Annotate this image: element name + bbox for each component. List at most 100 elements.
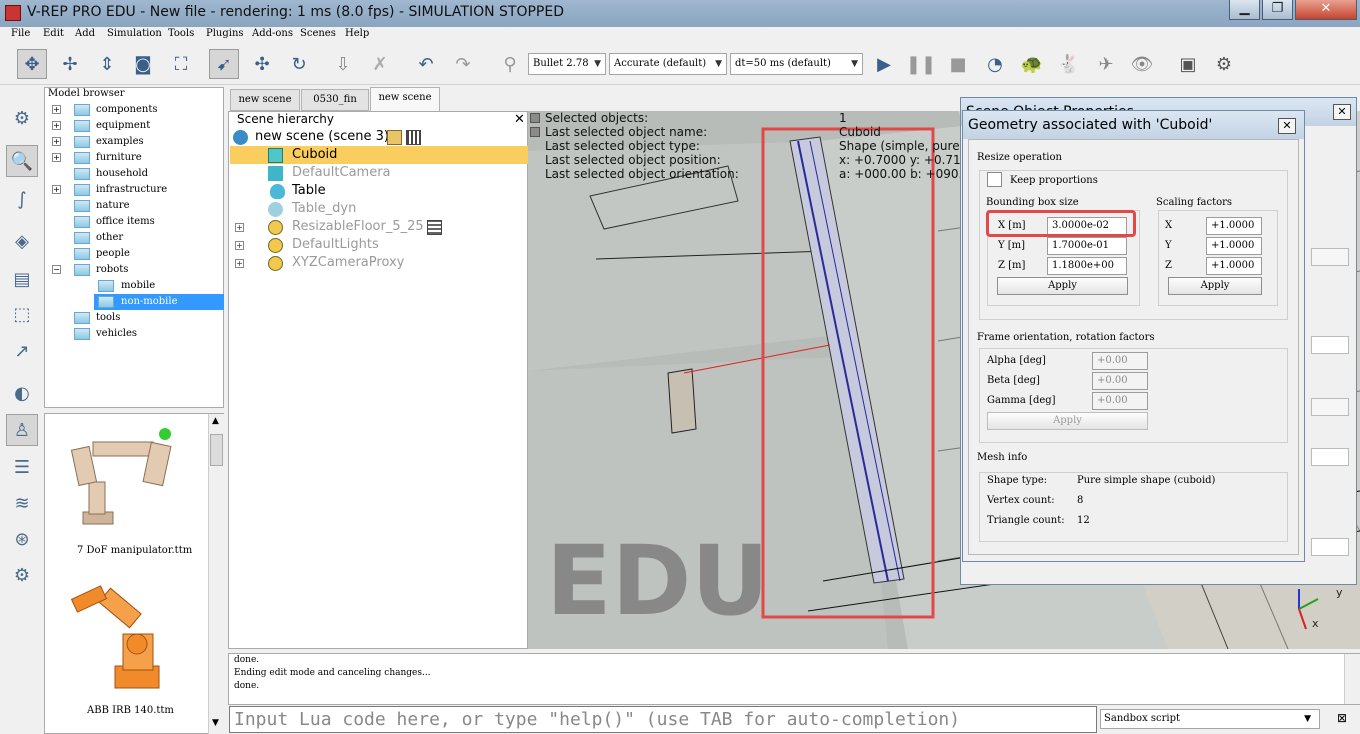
folder-vehicles[interactable]: vehicles [44,326,224,342]
alpha-input[interactable]: +0.00 [1092,352,1148,370]
scale-z-input[interactable]: +1.0000 [1206,257,1262,275]
fast-icon[interactable]: 🐇 [1054,49,1084,79]
video-icon[interactable]: ⊛ [6,523,38,555]
realtime-icon[interactable]: ◔ [980,49,1010,79]
user-settings-icon[interactable]: ⚙ [6,559,38,591]
bbox-z-input[interactable]: 1.1800e+00 [1047,257,1127,275]
layers-left-icon[interactable]: ≋ [6,487,38,519]
layers-icon[interactable]: ⚙ [1209,49,1239,79]
close-button[interactable]: ✕ [1295,0,1357,20]
keep-proportions-checkbox[interactable] [987,172,1002,187]
clear-console-icon[interactable]: ⊠ [1335,711,1349,725]
thread-icon[interactable]: ✈ [1091,49,1121,79]
hierarchy-item-xyzcameraproxy[interactable]: + XYZCameraProxy [230,254,528,272]
info-toggle-icon[interactable] [530,127,540,137]
selection-icon[interactable]: ◐ [6,377,38,409]
shift-camera-icon[interactable]: ⇕ [92,49,122,79]
scripts-icon[interactable]: ▤ [6,263,38,295]
script-icon[interactable] [387,130,402,145]
move-camera-icon[interactable]: ✥ [17,49,47,79]
scale-y-input[interactable]: +1.0000 [1206,237,1262,255]
pause-icon[interactable]: ❚❚ [906,49,936,79]
script-select[interactable]: Sandbox script ▼ [1100,709,1320,729]
path-edit-icon[interactable]: ↗ [6,335,38,367]
menu-edit[interactable]: Edit [43,28,64,39]
info-toggle-icon[interactable] [530,113,540,123]
lua-command-input[interactable]: Input Lua code here, or type "help()" (u… [229,706,1097,733]
close-properties-icon[interactable]: ✕ [1333,104,1351,120]
options-icon[interactable] [406,130,421,145]
hierarchy-item-defaultlights[interactable]: + DefaultLights [230,236,528,254]
scroll-down-icon[interactable]: ▼ [212,718,219,728]
console-scrollbar[interactable] [1344,654,1360,704]
properties-field[interactable] [1311,538,1349,556]
assemble-icon[interactable]: ⇩ [328,49,358,79]
rotate-camera-icon[interactable]: ✢ [55,49,85,79]
folder-nature[interactable]: nature [44,198,224,214]
folder-non-mobile[interactable]: non-mobile [94,294,224,310]
restore-button[interactable]: ❐ [1262,0,1293,20]
close-geometry-icon[interactable]: ✕ [1278,118,1296,134]
properties-button[interactable] [1311,398,1349,416]
tab-new-scene-1[interactable]: new scene [230,89,300,111]
redo-icon[interactable]: ↷ [448,49,478,79]
collections-icon[interactable]: ◈ [6,225,38,257]
menu-add[interactable]: Add [75,28,95,39]
folder-examples[interactable]: + examples [44,134,224,150]
menu-plugins[interactable]: Plugins [206,28,244,39]
object-rotate-icon[interactable]: ↻ [284,49,314,79]
beta-input[interactable]: +0.00 [1092,372,1148,390]
folder-mobile[interactable]: mobile [44,278,224,294]
object-shift-icon[interactable]: ✣ [247,49,277,79]
scale-x-input[interactable]: +1.0000 [1206,217,1262,235]
calculation-modules-icon[interactable]: ∫ [6,183,38,215]
expand-icon[interactable]: + [235,223,244,232]
simulation-settings-icon[interactable]: ⚙ [6,102,38,134]
camera-icon[interactable]: ◙ [128,49,158,79]
engine-select[interactable]: Bullet 2.78 ▼ [528,53,606,75]
dynamics-icon[interactable]: ⚲ [495,49,525,79]
properties-field[interactable] [1311,448,1349,466]
undo-icon[interactable]: ↶ [411,49,441,79]
folder-infrastructure[interactable]: + infrastructure [44,182,224,198]
timestep-select[interactable]: dt=50 ms (default) ▼ [730,53,863,75]
menu-help[interactable]: Help [345,28,369,39]
hierarchy-item-table-dyn[interactable]: Table_dyn [230,200,528,218]
folder-equipment[interactable]: + equipment [44,118,224,134]
tab-0530-fin[interactable]: 0530_fin [301,89,369,111]
close-hierarchy-icon[interactable]: ✕ [514,112,525,127]
folder-robots[interactable]: − robots [44,262,224,278]
robot-icon[interactable]: ♙ [6,414,38,446]
bbox-apply-button[interactable]: Apply [997,277,1128,295]
script-icon[interactable] [427,220,442,235]
disassemble-icon[interactable]: ✗ [365,49,395,79]
slow-icon[interactable]: 🐢 [1017,49,1047,79]
select-icon[interactable]: ➹ [209,49,239,79]
gamma-input[interactable]: +0.00 [1092,392,1148,410]
menu-addons[interactable]: Add-ons [252,28,293,39]
expand-icon[interactable]: + [235,241,244,250]
hierarchy-item-defaultcamera[interactable]: DefaultCamera [230,164,528,182]
hierarchy-item-cuboid[interactable]: Cuboid [230,146,528,164]
scroll-thumb[interactable] [210,434,223,466]
scaling-apply-button[interactable]: Apply [1168,277,1262,295]
accuracy-select[interactable]: Accurate (default) ▼ [609,53,727,75]
page-icon[interactable]: ▣ [1173,49,1203,79]
menu-scenes[interactable]: Scenes [300,28,336,39]
menu-tools[interactable]: Tools [168,28,194,39]
stop-icon[interactable]: ■ [943,49,973,79]
frame-apply-button[interactable]: Apply [987,412,1148,430]
hierarchy-icon[interactable]: ☰ [6,451,38,483]
visualization-icon[interactable]: 👁 [1127,49,1157,79]
hierarchy-item-resizablefloor[interactable]: + ResizableFloor_5_25 [230,218,528,236]
folder-components[interactable]: + components [44,102,224,118]
tab-new-scene-active[interactable]: new scene [370,87,440,111]
properties-button[interactable] [1311,248,1349,266]
hierarchy-item-table[interactable]: Table [230,182,528,200]
scroll-up-icon[interactable]: ▲ [212,416,219,426]
bbox-y-input[interactable]: 1.7000e-01 [1047,237,1127,255]
hierarchy-root[interactable]: new scene (scene 3) [230,128,528,146]
manipulator-7dof-thumbnail[interactable] [65,420,185,545]
properties-field[interactable] [1311,336,1349,354]
folder-household[interactable]: household [44,166,224,182]
